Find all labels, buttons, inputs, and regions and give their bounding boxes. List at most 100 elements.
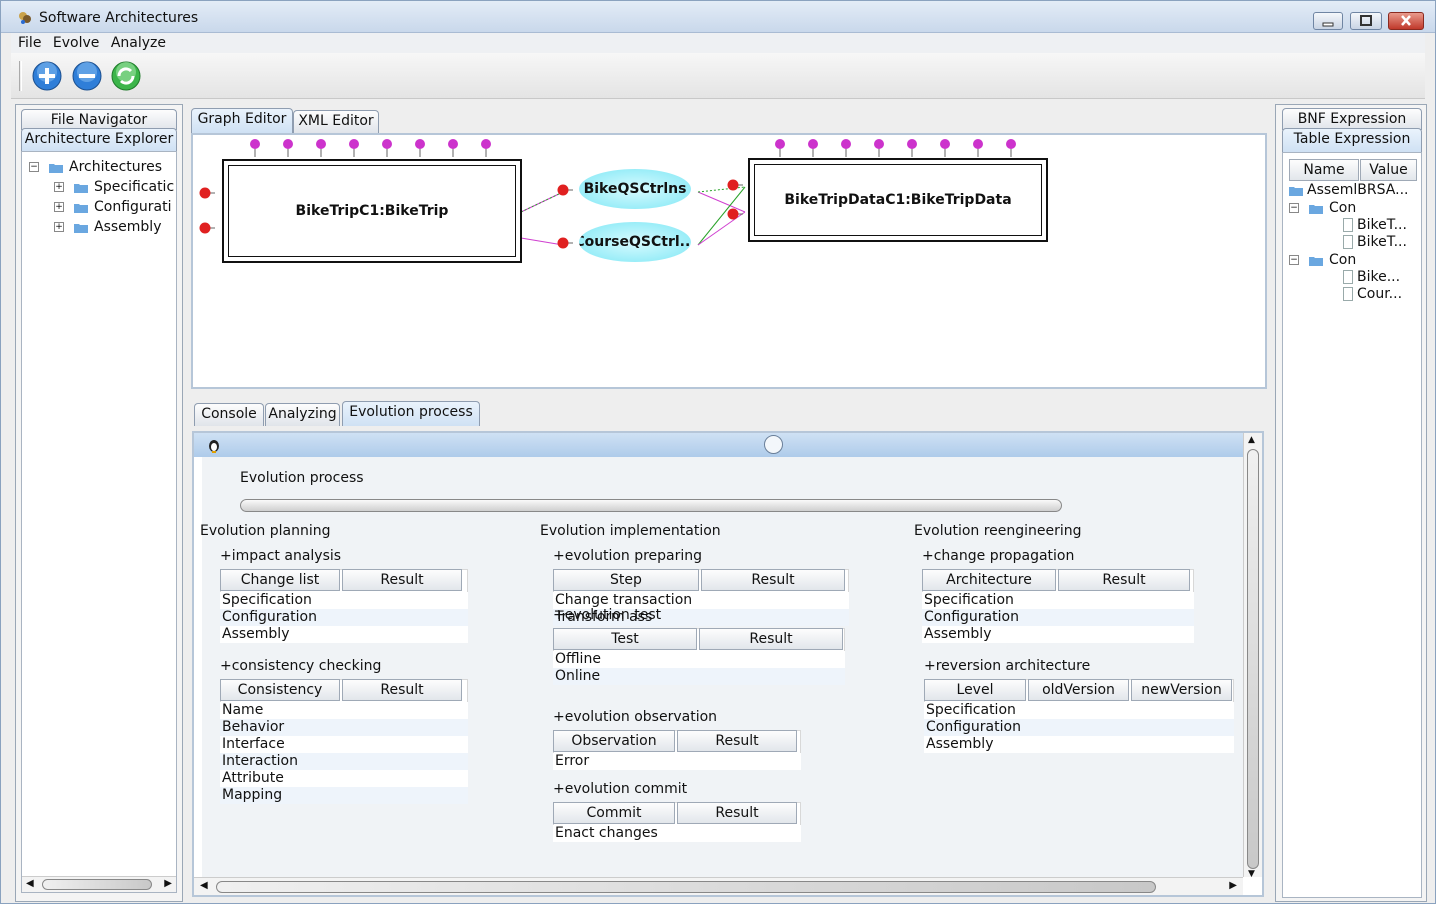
impact-analysis-row[interactable]: Assembly — [220, 626, 468, 643]
evolution-observation-row[interactable]: Error — [553, 753, 801, 770]
provided-port[interactable] — [968, 137, 988, 157]
change-propagation-column-header[interactable]: Architecture — [922, 569, 1056, 591]
evolution-commit-column-header[interactable]: Commit — [553, 802, 675, 824]
graph-canvas[interactable]: BikeTripC1:BikeTrip BikeTripDataC1:BikeT… — [191, 133, 1267, 389]
provided-port[interactable] — [935, 137, 955, 157]
provided-port[interactable] — [443, 137, 463, 157]
impact-analysis-column-header[interactable]: Result — [342, 569, 462, 591]
scroll-thumb[interactable] — [42, 879, 152, 890]
evolution-test-row[interactable]: Online — [553, 668, 845, 685]
tree-node-architectures[interactable]: − Architectures — [29, 159, 162, 179]
scroll-thumb[interactable] — [216, 881, 1156, 893]
bottom-hscrollbar[interactable]: ◀ ▶ — [194, 877, 1243, 895]
menu-analyze[interactable]: Analyze — [111, 35, 166, 51]
connector-bikeqsctrlns[interactable]: BikeQSCtrlns — [579, 169, 691, 209]
collapse-icon[interactable]: − — [1289, 255, 1299, 265]
consistency-checking-row[interactable]: Mapping — [220, 787, 468, 804]
impact-analysis-row[interactable]: Configuration — [220, 609, 468, 626]
evolution-test-column-header[interactable]: Result — [699, 628, 843, 650]
reversion-architecture-column-header[interactable]: newVersion — [1131, 679, 1232, 701]
tab-xml-editor[interactable]: XML Editor — [293, 110, 379, 133]
scroll-thumb[interactable] — [1247, 449, 1259, 869]
tab-analyzing[interactable]: Analyzing — [265, 403, 340, 426]
tab-evolution-process[interactable]: Evolution process — [342, 401, 480, 426]
change-propagation-row[interactable]: Configuration — [922, 609, 1194, 626]
collapse-handle[interactable] — [764, 435, 783, 454]
expr-row-cour[interactable]: Cour... — [1343, 286, 1402, 306]
required-port[interactable] — [723, 204, 743, 224]
collapse-icon[interactable]: − — [1289, 203, 1299, 213]
scroll-left-icon[interactable]: ◀ — [200, 880, 208, 891]
scroll-left-icon[interactable]: ◀ — [26, 878, 34, 889]
reversion-architecture-row[interactable]: Specification — [924, 702, 1234, 719]
provided-port[interactable] — [377, 137, 397, 157]
reversion-architecture-row[interactable]: Assembly — [924, 736, 1234, 753]
provided-port[interactable] — [1001, 137, 1021, 157]
remove-icon[interactable] — [72, 61, 102, 91]
evolution-test-column-header[interactable]: Test — [553, 628, 697, 650]
close-button[interactable] — [1388, 12, 1424, 30]
maximize-button[interactable] — [1350, 12, 1382, 30]
provided-port[interactable] — [869, 137, 889, 157]
menu-file[interactable]: File — [18, 35, 41, 51]
provided-port[interactable] — [902, 137, 922, 157]
expand-icon[interactable]: + — [54, 202, 64, 212]
required-port[interactable] — [195, 218, 215, 238]
provided-port[interactable] — [476, 137, 496, 157]
tree-node-specification[interactable]: + Specificatic — [54, 179, 174, 199]
add-icon[interactable] — [32, 61, 62, 91]
evolution-preparing-column-header[interactable]: Result — [701, 569, 845, 591]
reversion-architecture-column-header[interactable]: Level — [924, 679, 1026, 701]
evolution-preparing-column-header[interactable]: Step — [553, 569, 699, 591]
required-port[interactable] — [553, 180, 573, 200]
consistency-checking-row[interactable]: Attribute — [220, 770, 468, 787]
change-propagation-row[interactable]: Specification — [922, 592, 1194, 609]
evolution-test-row[interactable]: Offline — [553, 651, 845, 668]
scroll-down-icon[interactable]: ▼ — [1248, 869, 1255, 879]
provided-port[interactable] — [803, 137, 823, 157]
evolution-commit-column-header[interactable]: Result — [677, 802, 797, 824]
tab-table-expression[interactable]: Table Expression — [1282, 128, 1422, 152]
consistency-checking-row[interactable]: Behavior — [220, 719, 468, 736]
menu-evolve[interactable]: Evolve — [53, 35, 99, 51]
provided-port[interactable] — [410, 137, 430, 157]
collapse-icon[interactable]: − — [29, 162, 39, 172]
minimize-button[interactable] — [1313, 12, 1343, 30]
connector-courseqsctrl[interactable]: CourseQSCtrl... — [579, 222, 691, 262]
required-port[interactable] — [723, 175, 743, 195]
change-propagation-column-header[interactable]: Result — [1058, 569, 1190, 591]
required-port[interactable] — [553, 233, 573, 253]
reversion-architecture-column-header[interactable]: oldVersion — [1028, 679, 1129, 701]
tab-bnf-expression[interactable]: BNF Expression — [1282, 108, 1422, 130]
provided-port[interactable] — [770, 137, 790, 157]
tree-node-configuration[interactable]: + Configurati — [54, 199, 172, 219]
change-propagation-row[interactable]: Assembly — [922, 626, 1194, 643]
scroll-right-icon[interactable]: ▶ — [1229, 880, 1237, 891]
refresh-icon[interactable] — [111, 61, 141, 91]
expr-row-biket-2[interactable]: BikeT... — [1343, 234, 1407, 254]
consistency-checking-row[interactable]: Name — [220, 702, 468, 719]
evolution-commit-row[interactable]: Enact changes — [553, 825, 801, 842]
component-biketripdata[interactable]: BikeTripDataC1:BikeTripData — [748, 158, 1048, 242]
reversion-architecture-row[interactable]: Configuration — [924, 719, 1234, 736]
impact-analysis-column-header[interactable]: Change list — [220, 569, 340, 591]
provided-port[interactable] — [311, 137, 331, 157]
tree-node-assembly[interactable]: + Assembly — [54, 219, 161, 239]
provided-port[interactable] — [245, 137, 265, 157]
tab-architecture-explorer[interactable]: Architecture Explorer — [21, 128, 177, 151]
tab-console[interactable]: Console — [194, 403, 264, 426]
column-header-name[interactable]: Name — [1289, 159, 1359, 181]
consistency-checking-column-header[interactable]: Result — [342, 679, 462, 701]
evolution-observation-column-header[interactable]: Observation — [553, 730, 675, 752]
expr-row-assembly[interactable]: AssemlBRSA... — [1289, 182, 1408, 202]
tab-file-navigator[interactable]: File Navigator — [21, 109, 177, 130]
tab-graph-editor[interactable]: Graph Editor — [191, 108, 293, 133]
left-hscrollbar[interactable]: ◀ ▶ — [22, 876, 176, 892]
scroll-up-icon[interactable]: ▲ — [1248, 435, 1255, 445]
toolbar-grip[interactable] — [19, 61, 22, 91]
impact-analysis-row[interactable]: Specification — [220, 592, 468, 609]
consistency-checking-row[interactable]: Interaction — [220, 753, 468, 770]
provided-port[interactable] — [344, 137, 364, 157]
expand-icon[interactable]: + — [54, 222, 64, 232]
consistency-checking-column-header[interactable]: Consistency — [220, 679, 340, 701]
